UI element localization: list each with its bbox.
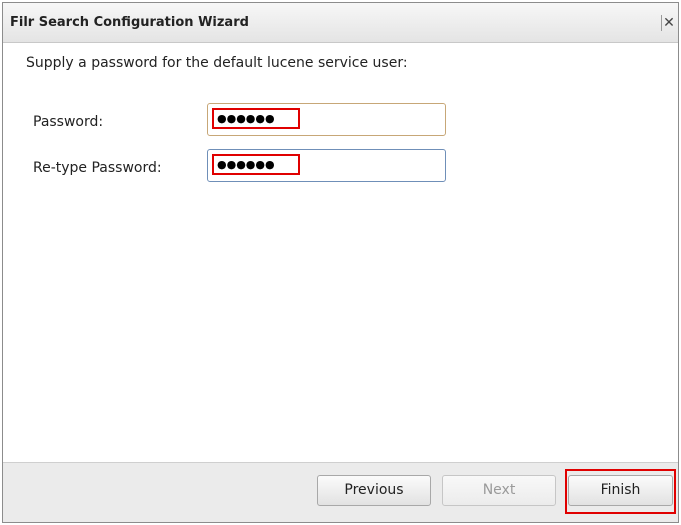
next-button[interactable]: Next: [442, 475, 556, 506]
retype-password-value: ●●●●●●: [212, 154, 300, 175]
retype-password-label: Re-type Password:: [33, 160, 162, 176]
dialog-titlebar: Filr Search Configuration Wizard ✕: [3, 3, 678, 43]
close-icon[interactable]: ✕: [661, 15, 676, 31]
retype-password-field[interactable]: ●●●●●●: [207, 149, 446, 182]
previous-button[interactable]: Previous: [317, 475, 431, 506]
dialog-content: Supply a password for the default lucene…: [3, 43, 678, 463]
password-label: Password:: [33, 114, 104, 130]
finish-button-highlight: [565, 469, 676, 514]
dialog-footer: Previous Next Finish: [3, 462, 678, 522]
wizard-dialog: Filr Search Configuration Wizard ✕ Suppl…: [2, 2, 679, 523]
password-value: ●●●●●●: [212, 108, 300, 129]
instruction-text: Supply a password for the default lucene…: [26, 55, 408, 71]
dialog-title: Filr Search Configuration Wizard: [10, 15, 249, 30]
password-field[interactable]: ●●●●●●: [207, 103, 446, 136]
